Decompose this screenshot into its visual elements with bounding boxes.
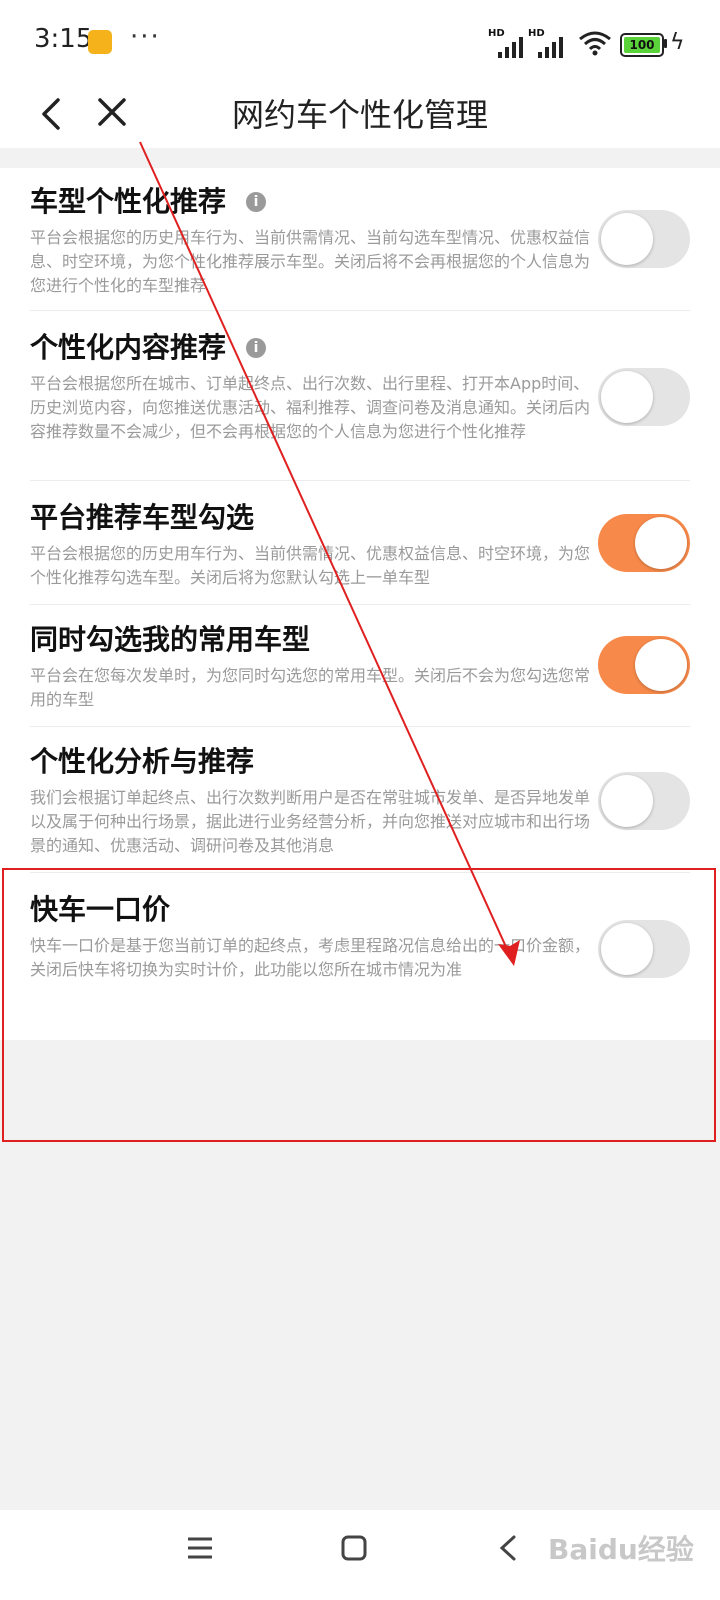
annotation-arrow-icon	[139, 141, 520, 966]
home-icon[interactable]	[340, 1534, 368, 1562]
nav-back-icon[interactable]	[496, 1534, 520, 1562]
menu-icon[interactable]	[186, 1534, 214, 1562]
watermark-logo: Baidu经验	[548, 1533, 694, 1566]
